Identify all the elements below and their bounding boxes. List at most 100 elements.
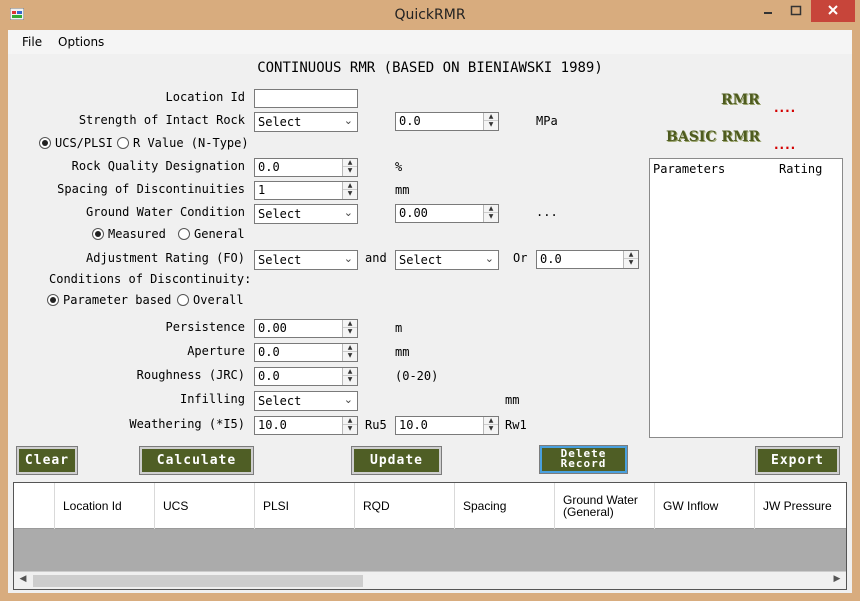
- rmr-label: RMR: [721, 92, 760, 108]
- parameter-based-radio[interactable]: Parameter based: [47, 293, 171, 307]
- spin-buttons[interactable]: ▲ ▼: [342, 182, 357, 199]
- aperture-stepper[interactable]: 0.0 ▲ ▼: [254, 343, 358, 362]
- maximize-button[interactable]: [783, 0, 809, 22]
- spin-buttons[interactable]: ▲ ▼: [342, 368, 357, 385]
- intact-rock-label: Strength of Intact Rock: [78, 113, 245, 127]
- spin-down-icon[interactable]: ▼: [343, 425, 357, 433]
- general-radio[interactable]: General: [178, 227, 245, 241]
- spin-buttons[interactable]: ▲ ▼: [483, 205, 498, 222]
- ground-water-stepper[interactable]: 0.00 ▲ ▼: [395, 204, 499, 223]
- aperture-unit: mm: [395, 345, 410, 359]
- menu-file[interactable]: File: [22, 35, 42, 49]
- parameters-list[interactable]: Parameters Rating: [649, 158, 843, 438]
- rqd-stepper[interactable]: 0.0 ▲ ▼: [254, 158, 358, 177]
- title-bar[interactable]: QuickRMR: [0, 0, 860, 30]
- adjustment-select-2[interactable]: Select ⌄: [395, 250, 499, 270]
- column-gw-inflow[interactable]: GW Inflow: [654, 483, 754, 529]
- persistence-value: 0.00: [258, 321, 287, 335]
- main-form: File Options CONTINUOUS RMR (BASED ON BI…: [8, 30, 852, 593]
- infilling-select-value: Select: [258, 394, 302, 408]
- r-value-radio[interactable]: R Value (N-Type): [117, 136, 249, 150]
- weathering-stepper[interactable]: 10.0 ▲ ▼: [254, 416, 358, 435]
- rmr-value: ....: [774, 101, 797, 115]
- spin-down-icon[interactable]: ▼: [343, 328, 357, 336]
- column-plsi[interactable]: PLSI: [254, 483, 354, 529]
- radio-checked-icon: [92, 228, 104, 240]
- export-button[interactable]: Export: [755, 446, 840, 475]
- scrollbar-thumb[interactable]: [33, 575, 363, 587]
- spin-buttons[interactable]: ▲ ▼: [342, 344, 357, 361]
- menu-options[interactable]: Options: [58, 35, 104, 49]
- spin-up-icon[interactable]: ▲: [484, 417, 498, 425]
- clear-button[interactable]: Clear: [16, 446, 78, 475]
- persistence-unit: m: [395, 321, 403, 335]
- spin-down-icon[interactable]: ▼: [484, 213, 498, 221]
- spin-buttons[interactable]: ▲ ▼: [483, 417, 498, 434]
- intact-rock-unit: MPa: [536, 114, 558, 128]
- spin-up-icon[interactable]: ▲: [343, 159, 357, 167]
- column-ground-water[interactable]: Ground Water (General): [554, 483, 654, 529]
- close-button[interactable]: [811, 0, 855, 22]
- spin-up-icon[interactable]: ▲: [484, 113, 498, 121]
- spin-up-icon[interactable]: ▲: [343, 182, 357, 190]
- spin-buttons[interactable]: ▲ ▼: [342, 159, 357, 176]
- ucs-plsi-radio[interactable]: UCS/PLSI: [39, 136, 113, 150]
- column-jw-pressure[interactable]: JW Pressure: [754, 483, 846, 529]
- weathering-unit-1: Ru5: [365, 418, 387, 432]
- spin-up-icon[interactable]: ▲: [484, 205, 498, 213]
- spin-down-icon[interactable]: ▼: [484, 425, 498, 433]
- weathering-stepper-2[interactable]: 10.0 ▲ ▼: [395, 416, 499, 435]
- infilling-select[interactable]: Select ⌄: [254, 391, 358, 411]
- spacing-value: 1: [258, 183, 266, 197]
- ground-water-label: Ground Water Condition: [86, 205, 245, 219]
- calculate-button[interactable]: Calculate: [139, 446, 254, 475]
- spin-buttons[interactable]: ▲ ▼: [342, 320, 357, 337]
- delete-record-button[interactable]: Delete Record: [539, 445, 628, 474]
- ground-water-select[interactable]: Select ⌄: [254, 204, 358, 224]
- spin-down-icon[interactable]: ▼: [624, 259, 638, 267]
- spin-buttons[interactable]: ▲ ▼: [483, 113, 498, 130]
- column-location-id[interactable]: Location Id: [54, 483, 154, 529]
- spin-down-icon[interactable]: ▼: [484, 121, 498, 129]
- spin-down-icon[interactable]: ▼: [343, 352, 357, 360]
- infilling-label: Infilling: [179, 392, 245, 406]
- intact-rock-select[interactable]: Select ⌄: [254, 112, 358, 132]
- spin-down-icon[interactable]: ▼: [343, 376, 357, 384]
- location-id-input[interactable]: [254, 89, 358, 108]
- persistence-stepper[interactable]: 0.00 ▲ ▼: [254, 319, 358, 338]
- column-ucs[interactable]: UCS: [154, 483, 254, 529]
- ground-water-more[interactable]: ...: [536, 205, 558, 219]
- column-spacing[interactable]: Spacing: [454, 483, 554, 529]
- minimize-icon: [764, 12, 772, 14]
- radio-unchecked-icon: [178, 228, 190, 240]
- intact-rock-value-stepper[interactable]: 0.0 ▲ ▼: [395, 112, 499, 131]
- column-rqd[interactable]: RQD: [354, 483, 454, 529]
- spin-up-icon[interactable]: ▲: [343, 320, 357, 328]
- spin-up-icon[interactable]: ▲: [624, 251, 638, 259]
- spin-down-icon[interactable]: ▼: [343, 167, 357, 175]
- spacing-stepper[interactable]: 1 ▲ ▼: [254, 181, 358, 200]
- overall-radio[interactable]: Overall: [177, 293, 244, 307]
- update-button[interactable]: Update: [351, 446, 442, 475]
- infilling-unit: mm: [505, 393, 520, 407]
- spin-up-icon[interactable]: ▲: [343, 344, 357, 352]
- spin-up-icon[interactable]: ▲: [343, 368, 357, 376]
- maximize-icon: [790, 5, 802, 16]
- chevron-down-icon: ⌄: [484, 252, 494, 265]
- spin-down-icon[interactable]: ▼: [343, 190, 357, 198]
- spin-buttons[interactable]: ▲ ▼: [342, 417, 357, 434]
- adjustment-stepper[interactable]: 0.0 ▲ ▼: [536, 250, 639, 269]
- spin-up-icon[interactable]: ▲: [343, 417, 357, 425]
- minimize-button[interactable]: [755, 0, 781, 22]
- records-grid[interactable]: Location Id UCS PLSI RQD Spacing Ground …: [13, 482, 847, 590]
- roughness-stepper[interactable]: 0.0 ▲ ▼: [254, 367, 358, 386]
- measured-radio[interactable]: Measured: [92, 227, 166, 241]
- scroll-right-icon[interactable]: ▶: [830, 574, 844, 584]
- weathering-unit-2: Rw1: [505, 418, 527, 432]
- persistence-label: Persistence: [165, 320, 245, 334]
- adjustment-select-1[interactable]: Select ⌄: [254, 250, 358, 270]
- conditions-label: Conditions of Discontinuity:: [49, 272, 252, 286]
- spin-buttons[interactable]: ▲ ▼: [623, 251, 638, 268]
- scroll-left-icon[interactable]: ◀: [16, 574, 30, 584]
- horizontal-scrollbar[interactable]: ◀ ▶: [14, 571, 846, 589]
